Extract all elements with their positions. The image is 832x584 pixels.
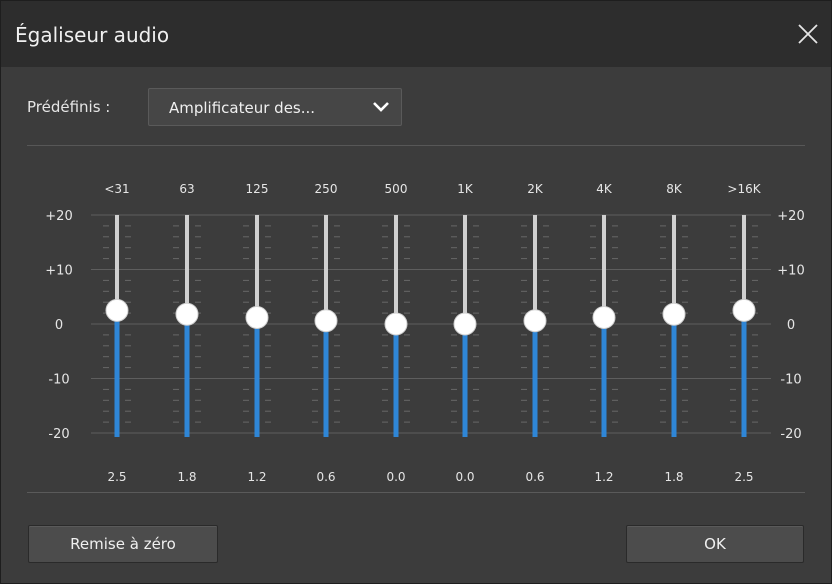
slider-knob[interactable]: [523, 309, 547, 333]
ok-button[interactable]: OK: [626, 525, 804, 563]
band-value-label: 0.6: [525, 470, 544, 484]
scale-label-left: -20: [48, 427, 69, 442]
divider: [27, 492, 805, 493]
equalizer-dialog: Égaliseur audio Prédéfinis : Amplificate…: [0, 0, 832, 584]
slider-knob[interactable]: [105, 298, 129, 322]
band-frequency-label: 2K: [527, 182, 544, 196]
scale-label-right: 0: [787, 318, 795, 333]
band-frequency-label: 1K: [457, 182, 474, 196]
band-frequency-label: 500: [385, 182, 408, 196]
band-frequency-label: 4K: [596, 182, 613, 196]
equalizer-panel: +20 +10 0 -10 -20 +20 +10 0 -10 -20 <31 2.5 63 1.8 125…: [45, 182, 804, 484]
slider-knob[interactable]: [175, 302, 199, 326]
band-value-label: 0.0: [386, 470, 405, 484]
band-frequency-label: 125: [246, 182, 269, 196]
band-value-label: 1.2: [247, 470, 266, 484]
scale-label-right: +10: [777, 264, 804, 279]
scale-label-left: -10: [48, 373, 69, 388]
band-frequency-label: 63: [179, 182, 194, 196]
scale-label-left: +20: [45, 209, 72, 224]
slider-knob[interactable]: [453, 312, 477, 336]
scale-label-left: +10: [45, 264, 72, 279]
band-frequency-label: >16K: [727, 182, 761, 196]
band-value-label: 2.5: [107, 470, 126, 484]
band-frequency-label: 8K: [666, 182, 683, 196]
scale-label-right: -10: [780, 373, 801, 388]
slider-knob[interactable]: [732, 298, 756, 322]
scale-label-right: +20: [777, 209, 804, 224]
band-value-label: 0.0: [455, 470, 474, 484]
slider-knob[interactable]: [592, 305, 616, 329]
slider-knob[interactable]: [384, 312, 408, 336]
scale-label-right: -20: [780, 427, 801, 442]
band-value-label: 1.2: [594, 470, 613, 484]
band-value-label: 2.5: [734, 470, 753, 484]
band-frequency-label: <31: [104, 182, 129, 196]
band-value-label: 0.6: [316, 470, 335, 484]
band-frequency-label: 250: [315, 182, 338, 196]
slider-knob[interactable]: [245, 305, 269, 329]
reset-button[interactable]: Remise à zéro: [28, 525, 218, 563]
band-value-label: 1.8: [177, 470, 196, 484]
band-value-label: 1.8: [664, 470, 683, 484]
slider-knob[interactable]: [314, 309, 338, 333]
slider-knob[interactable]: [662, 302, 686, 326]
scale-label-left: 0: [55, 318, 63, 333]
